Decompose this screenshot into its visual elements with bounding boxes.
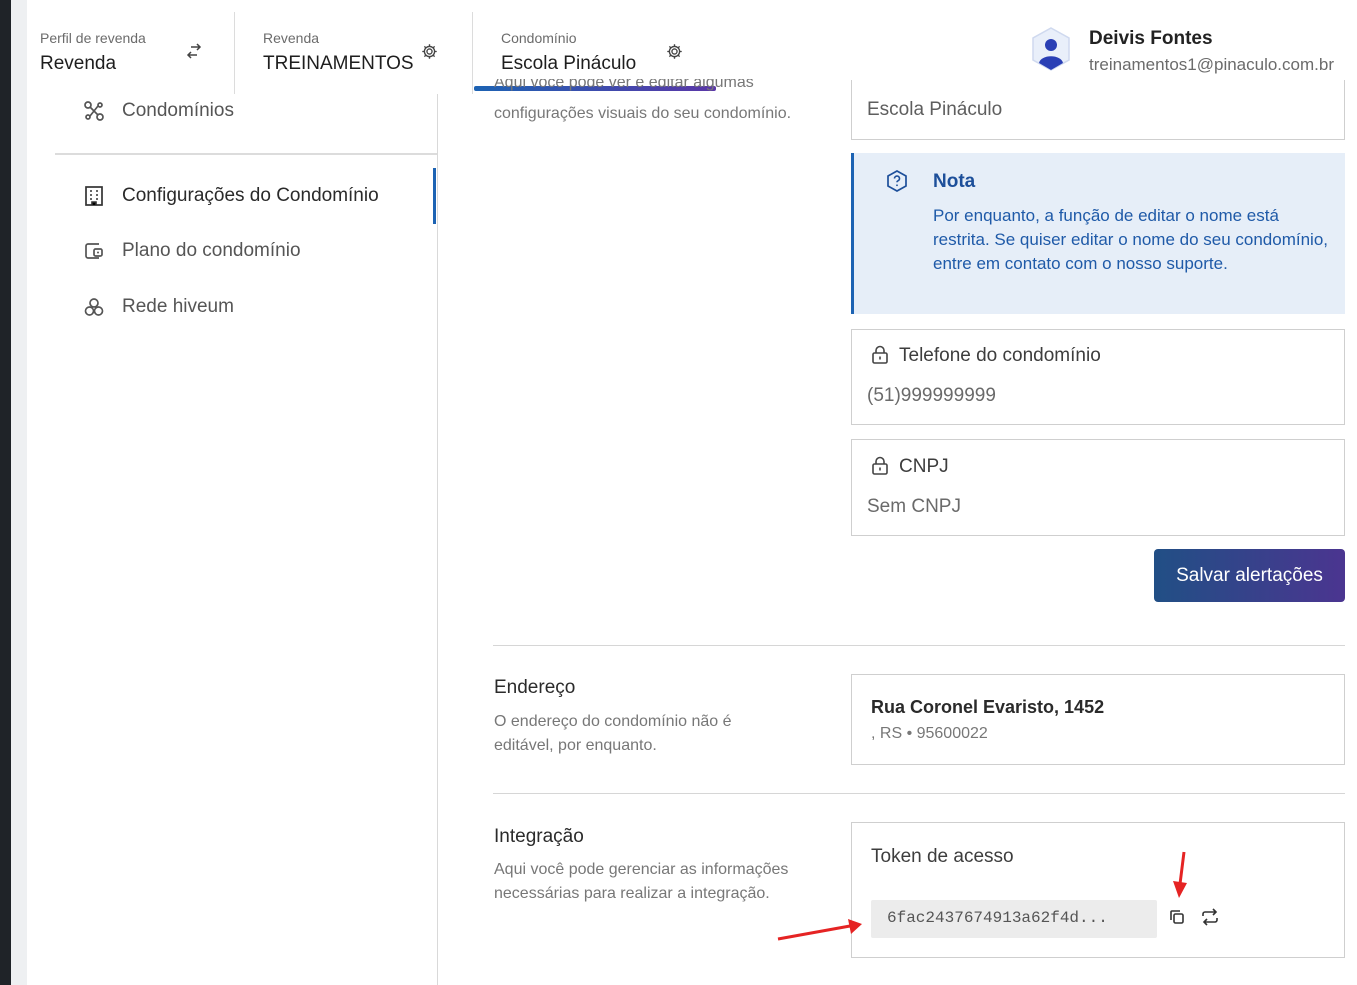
profile-label: Perfil de revenda — [40, 30, 146, 46]
note-title: Nota — [933, 171, 976, 192]
condo-name-field: Escola Pináculo — [851, 80, 1345, 140]
token-value[interactable]: 6fac2437674913a62f4d... — [871, 900, 1157, 938]
user-name: Deivis Fontes — [1089, 28, 1213, 49]
gear-icon[interactable] — [421, 43, 438, 60]
token-label: Token de acesso — [871, 846, 1014, 867]
swap-icon[interactable] — [185, 42, 203, 60]
active-indicator — [433, 168, 436, 224]
building-icon — [85, 186, 103, 206]
lock-icon — [872, 345, 888, 364]
reseller-switcher[interactable]: Revenda TREINAMENTOS — [263, 12, 463, 92]
section-divider — [493, 645, 1345, 646]
profile-switcher[interactable]: Perfil de revenda Revenda — [40, 12, 230, 92]
profile-value: Revenda — [40, 53, 117, 74]
address-description: O endereço do condomínio não é editável,… — [494, 713, 732, 754]
user-email: treinamentos1@pinaculo.com.br — [1089, 55, 1334, 74]
window-gutter — [11, 0, 27, 985]
condo-value: Escola Pináculo — [501, 53, 637, 74]
sidebar-item-label: Configurações do Condomínio — [122, 185, 379, 206]
window-edge — [0, 0, 11, 985]
help-shield-icon — [887, 170, 907, 192]
sidebar-item-label: Rede hiveum — [122, 296, 234, 317]
note-callout: Nota Por enquanto, a função de editar o … — [851, 153, 1345, 314]
condo-name-value: Escola Pináculo — [867, 99, 1003, 120]
address-street: Rua Coronel Evaristo, 1452 — [871, 697, 1105, 717]
integration-description: Aqui você pode gerenciar as informações … — [494, 861, 789, 902]
reseller-value: TREINAMENTOS — [263, 53, 414, 74]
avatar — [1032, 27, 1070, 71]
phone-label: Telefone do condomínio — [899, 345, 1101, 366]
hive-icon — [84, 298, 104, 316]
address-title: Endereço — [494, 677, 576, 698]
sidebar-separator — [55, 153, 437, 155]
integration-card: Token de acesso 6fac2437674913a62f4d... — [851, 822, 1345, 958]
address-card: Rua Coronel Evaristo, 1452 , RS • 956000… — [851, 674, 1345, 765]
phone-field: Telefone do condomínio (51)999999999 — [851, 329, 1345, 425]
annotation-arrow-icon — [777, 919, 862, 941]
integration-title: Integração — [494, 826, 584, 847]
cnpj-value: Sem CNPJ — [867, 496, 961, 517]
gear-icon[interactable] — [666, 43, 683, 60]
divider — [234, 12, 235, 94]
sidebar: Condomínios Configurações do Condomínio … — [27, 94, 438, 985]
sidebar-border — [437, 94, 438, 985]
cnpj-label: CNPJ — [899, 456, 949, 477]
copy-icon[interactable] — [1168, 908, 1186, 926]
divider — [472, 12, 473, 94]
condo-label: Condomínio — [501, 30, 577, 46]
visual-section-description: configurações visuais do seu condomínio. — [494, 105, 792, 122]
cnpj-field: CNPJ Sem CNPJ — [851, 439, 1345, 536]
reseller-label: Revenda — [263, 30, 320, 46]
annotation-arrow-icon — [1173, 851, 1187, 898]
section-divider — [493, 793, 1345, 794]
visual-section-description-cut: Aqui você pode ver e editar algumas — [494, 79, 754, 91]
wallet-icon — [85, 243, 103, 259]
refresh-icon[interactable] — [1200, 907, 1220, 927]
note-text: Por enquanto, a função de editar o nome … — [933, 206, 1328, 273]
save-button[interactable]: Salvar alertações — [1154, 549, 1345, 602]
lock-icon — [872, 456, 888, 475]
address-detail: , RS • 95600022 — [871, 725, 988, 742]
sidebar-item-label: Condomínios — [122, 100, 234, 121]
phone-value: (51)999999999 — [867, 385, 996, 406]
sidebar-item-label: Plano do condomínio — [122, 240, 301, 261]
nodes-icon — [84, 101, 104, 121]
